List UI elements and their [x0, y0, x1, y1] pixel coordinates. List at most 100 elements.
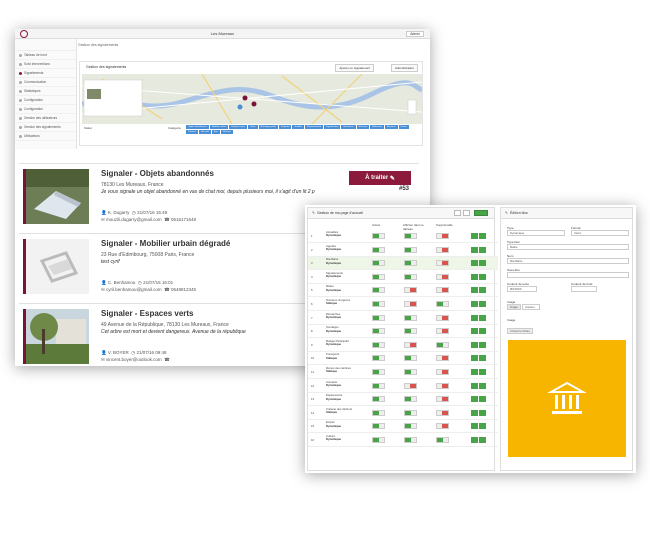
edit-icon[interactable] — [471, 233, 478, 239]
check-icon[interactable] — [479, 382, 486, 389]
user-button[interactable]: Admin — [406, 31, 424, 37]
edit-icon[interactable] — [471, 369, 478, 375]
toggle-switch[interactable] — [436, 409, 449, 416]
category-chip[interactable]: Travaux — [186, 130, 198, 134]
toggle-switch[interactable] — [372, 423, 385, 430]
category-chip[interactable]: Mobilier urbain — [209, 125, 229, 129]
toggle-switch[interactable] — [404, 314, 417, 321]
toggle-switch[interactable] — [372, 355, 385, 362]
check-icon[interactable] — [479, 273, 486, 280]
toggle-switch[interactable] — [372, 314, 385, 321]
add-report-button[interactable]: Ajouter un signalement — [335, 64, 374, 72]
toggle-switch[interactable] — [404, 233, 417, 239]
text-color-input[interactable]: #FFFFFF — [507, 286, 537, 292]
name-input[interactable]: Ma Mairie — [507, 258, 629, 264]
table-row[interactable]: 9 Budget Participatif Dynamique — [308, 339, 498, 352]
category-chip[interactable]: Voirie — [248, 125, 258, 129]
edit-icon[interactable] — [471, 396, 478, 403]
check-icon[interactable] — [479, 328, 486, 335]
edit-icon[interactable] — [471, 341, 478, 348]
save-button[interactable] — [474, 210, 488, 216]
table-row[interactable]: 3 Ma Mairie Dynamique — [308, 257, 498, 271]
toggle-switch[interactable] — [436, 341, 449, 348]
sidebar-item[interactable]: Utilisateurs — [15, 132, 76, 141]
edit-icon[interactable] — [471, 260, 478, 267]
toggle-switch[interactable] — [436, 233, 449, 239]
toggle-switch[interactable] — [404, 273, 417, 280]
table-row[interactable]: 16 Culture Dynamique — [308, 434, 498, 447]
toggle-switch[interactable] — [404, 328, 417, 335]
color-toggle-button[interactable]: Couleur — [522, 304, 540, 310]
toggle-switch[interactable] — [372, 233, 385, 239]
table-row[interactable]: 6 Numéros d'urgence Statique — [308, 298, 498, 311]
bg-color-input[interactable] — [571, 286, 597, 292]
toggle-switch[interactable] — [404, 396, 417, 403]
category-chip[interactable]: Divers — [398, 125, 409, 129]
toggle-switch[interactable] — [436, 273, 449, 280]
check-icon[interactable] — [479, 301, 486, 307]
check-icon[interactable] — [479, 355, 486, 362]
toggle-switch[interactable] — [436, 287, 449, 294]
toggle-switch[interactable] — [436, 369, 449, 375]
check-icon[interactable] — [479, 341, 486, 348]
delete-icon[interactable] — [454, 210, 461, 216]
edit-icon[interactable] — [471, 273, 478, 280]
table-row[interactable]: 1 Actualités Dynamique — [308, 230, 498, 243]
edit-icon[interactable] — [471, 287, 478, 294]
check-icon[interactable] — [479, 246, 486, 253]
table-row[interactable]: 5 Météo Dynamique — [308, 284, 498, 298]
edit-icon[interactable] — [471, 423, 478, 430]
table-row[interactable]: 2 Agenda Dynamique — [308, 244, 498, 257]
toggle-switch[interactable] — [436, 260, 449, 267]
category-chip[interactable]: Espaces verts — [229, 125, 248, 129]
toggle-switch[interactable] — [372, 246, 385, 253]
toggle-switch[interactable] — [372, 328, 385, 335]
toggle-switch[interactable] — [404, 369, 417, 375]
admin-button[interactable]: Administration — [390, 64, 418, 72]
sidebar-item[interactable]: Suivi interventions — [15, 60, 76, 69]
toggle-switch[interactable] — [372, 396, 385, 403]
edit-icon[interactable] — [471, 301, 478, 307]
table-row[interactable]: 12 Annuaire Dynamique — [308, 380, 498, 393]
check-icon[interactable] — [479, 369, 486, 375]
toggle-switch[interactable] — [372, 273, 385, 280]
edit-icon[interactable] — [471, 437, 478, 443]
sidebar-item-active[interactable]: Signalements — [15, 69, 76, 78]
type-bloc-select[interactable]: Mairie — [507, 244, 629, 250]
category-chip[interactable]: Objets abandonnés — [186, 125, 209, 129]
toggle-switch[interactable] — [436, 246, 449, 253]
category-chip[interactable]: Signalisation — [324, 125, 341, 129]
toggle-switch[interactable] — [436, 355, 449, 362]
toggle-switch[interactable] — [404, 341, 417, 348]
status-button[interactable]: À traiter ✎ — [349, 171, 411, 185]
check-icon[interactable] — [479, 423, 486, 430]
category-chip[interactable]: Éclairage public — [258, 125, 279, 129]
toggle-switch[interactable] — [404, 437, 417, 443]
map-view[interactable] — [82, 74, 422, 124]
check-icon[interactable] — [479, 437, 486, 443]
toggle-switch[interactable] — [436, 314, 449, 321]
category-chip[interactable]: Eau — [211, 130, 220, 134]
sidebar-item[interactable]: Tableau de bord — [15, 51, 76, 60]
toggle-switch[interactable] — [372, 369, 385, 375]
toggle-switch[interactable] — [372, 409, 385, 416]
toggle-switch[interactable] — [436, 423, 449, 430]
table-row[interactable]: 15 Emploi Dynamique — [308, 420, 498, 434]
check-icon[interactable] — [479, 314, 486, 321]
category-chip[interactable]: Stationnement — [304, 125, 324, 129]
edit-icon[interactable] — [471, 409, 478, 416]
toggle-switch[interactable] — [404, 423, 417, 430]
edit-icon[interactable] — [471, 382, 478, 389]
category-chip[interactable]: Graffitis — [292, 125, 304, 129]
check-icon[interactable] — [479, 409, 486, 416]
category-chip[interactable]: Sécurité — [198, 130, 211, 134]
category-chip[interactable]: Animaux — [385, 125, 398, 129]
toggle-switch[interactable] — [404, 409, 417, 416]
category-chip[interactable]: Réseaux — [356, 125, 370, 129]
category-chip[interactable]: Propreté — [279, 125, 292, 129]
table-row[interactable]: 4 Signalements Dynamique — [308, 271, 498, 284]
toggle-switch[interactable] — [372, 341, 385, 348]
sidebar-item[interactable]: Configuration — [15, 96, 76, 105]
edit-icon[interactable] — [471, 328, 478, 335]
subtitle-input[interactable] — [507, 272, 629, 278]
